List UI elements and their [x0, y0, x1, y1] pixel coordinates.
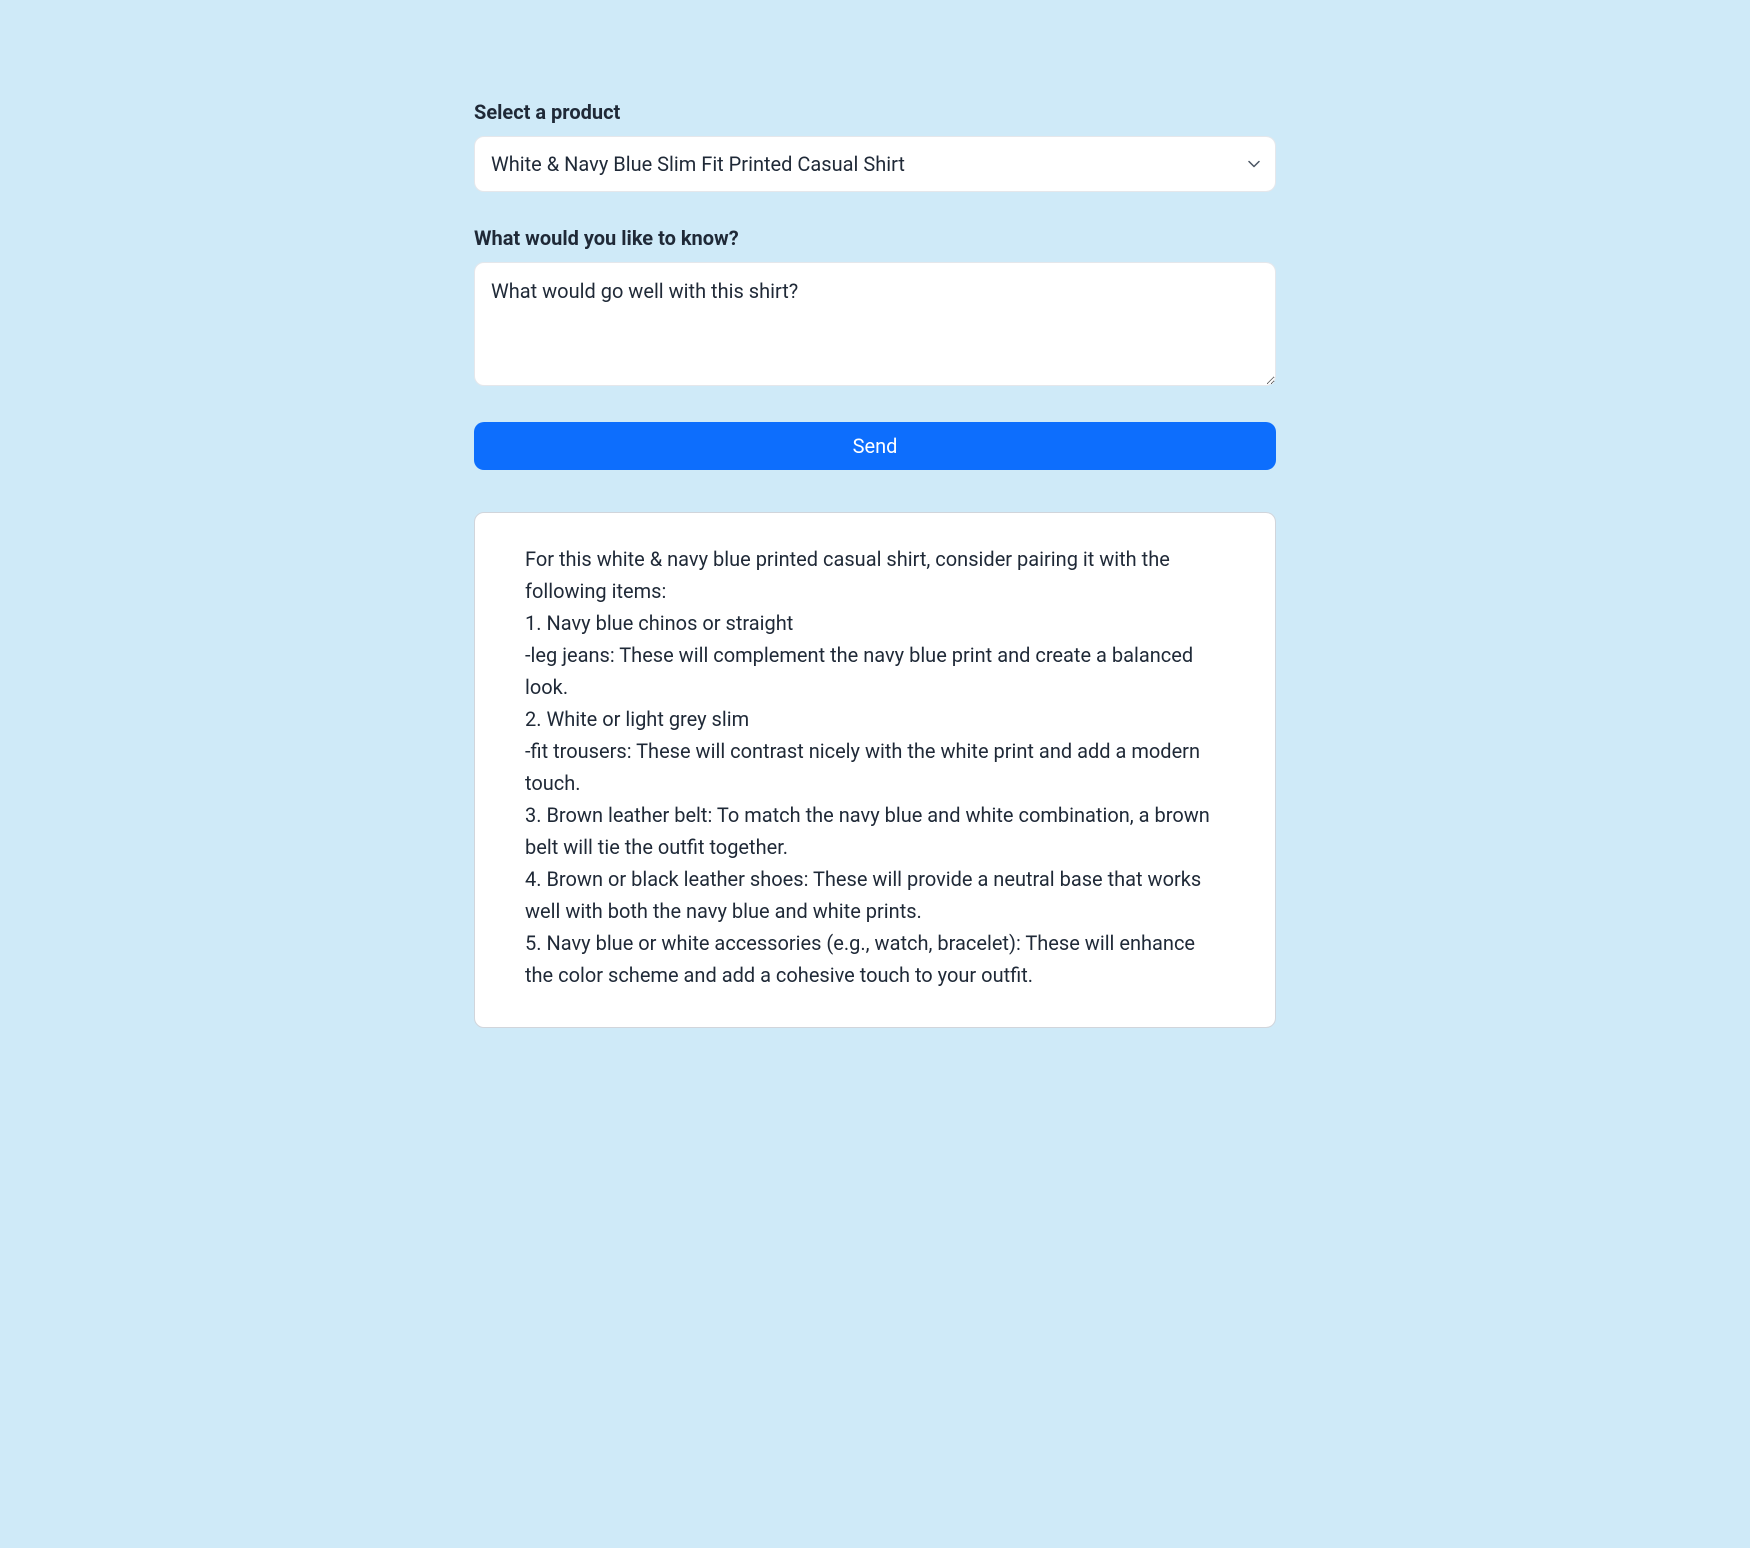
product-select-label: Select a product: [474, 100, 1276, 124]
send-button[interactable]: Send: [474, 422, 1276, 470]
product-select[interactable]: White & Navy Blue Slim Fit Printed Casua…: [474, 136, 1276, 192]
product-select-wrapper: White & Navy Blue Slim Fit Printed Casua…: [474, 136, 1276, 192]
question-label: What would you like to know?: [474, 226, 1276, 250]
response-text: For this white & navy blue printed casua…: [474, 512, 1276, 1028]
question-input[interactable]: [474, 262, 1276, 386]
